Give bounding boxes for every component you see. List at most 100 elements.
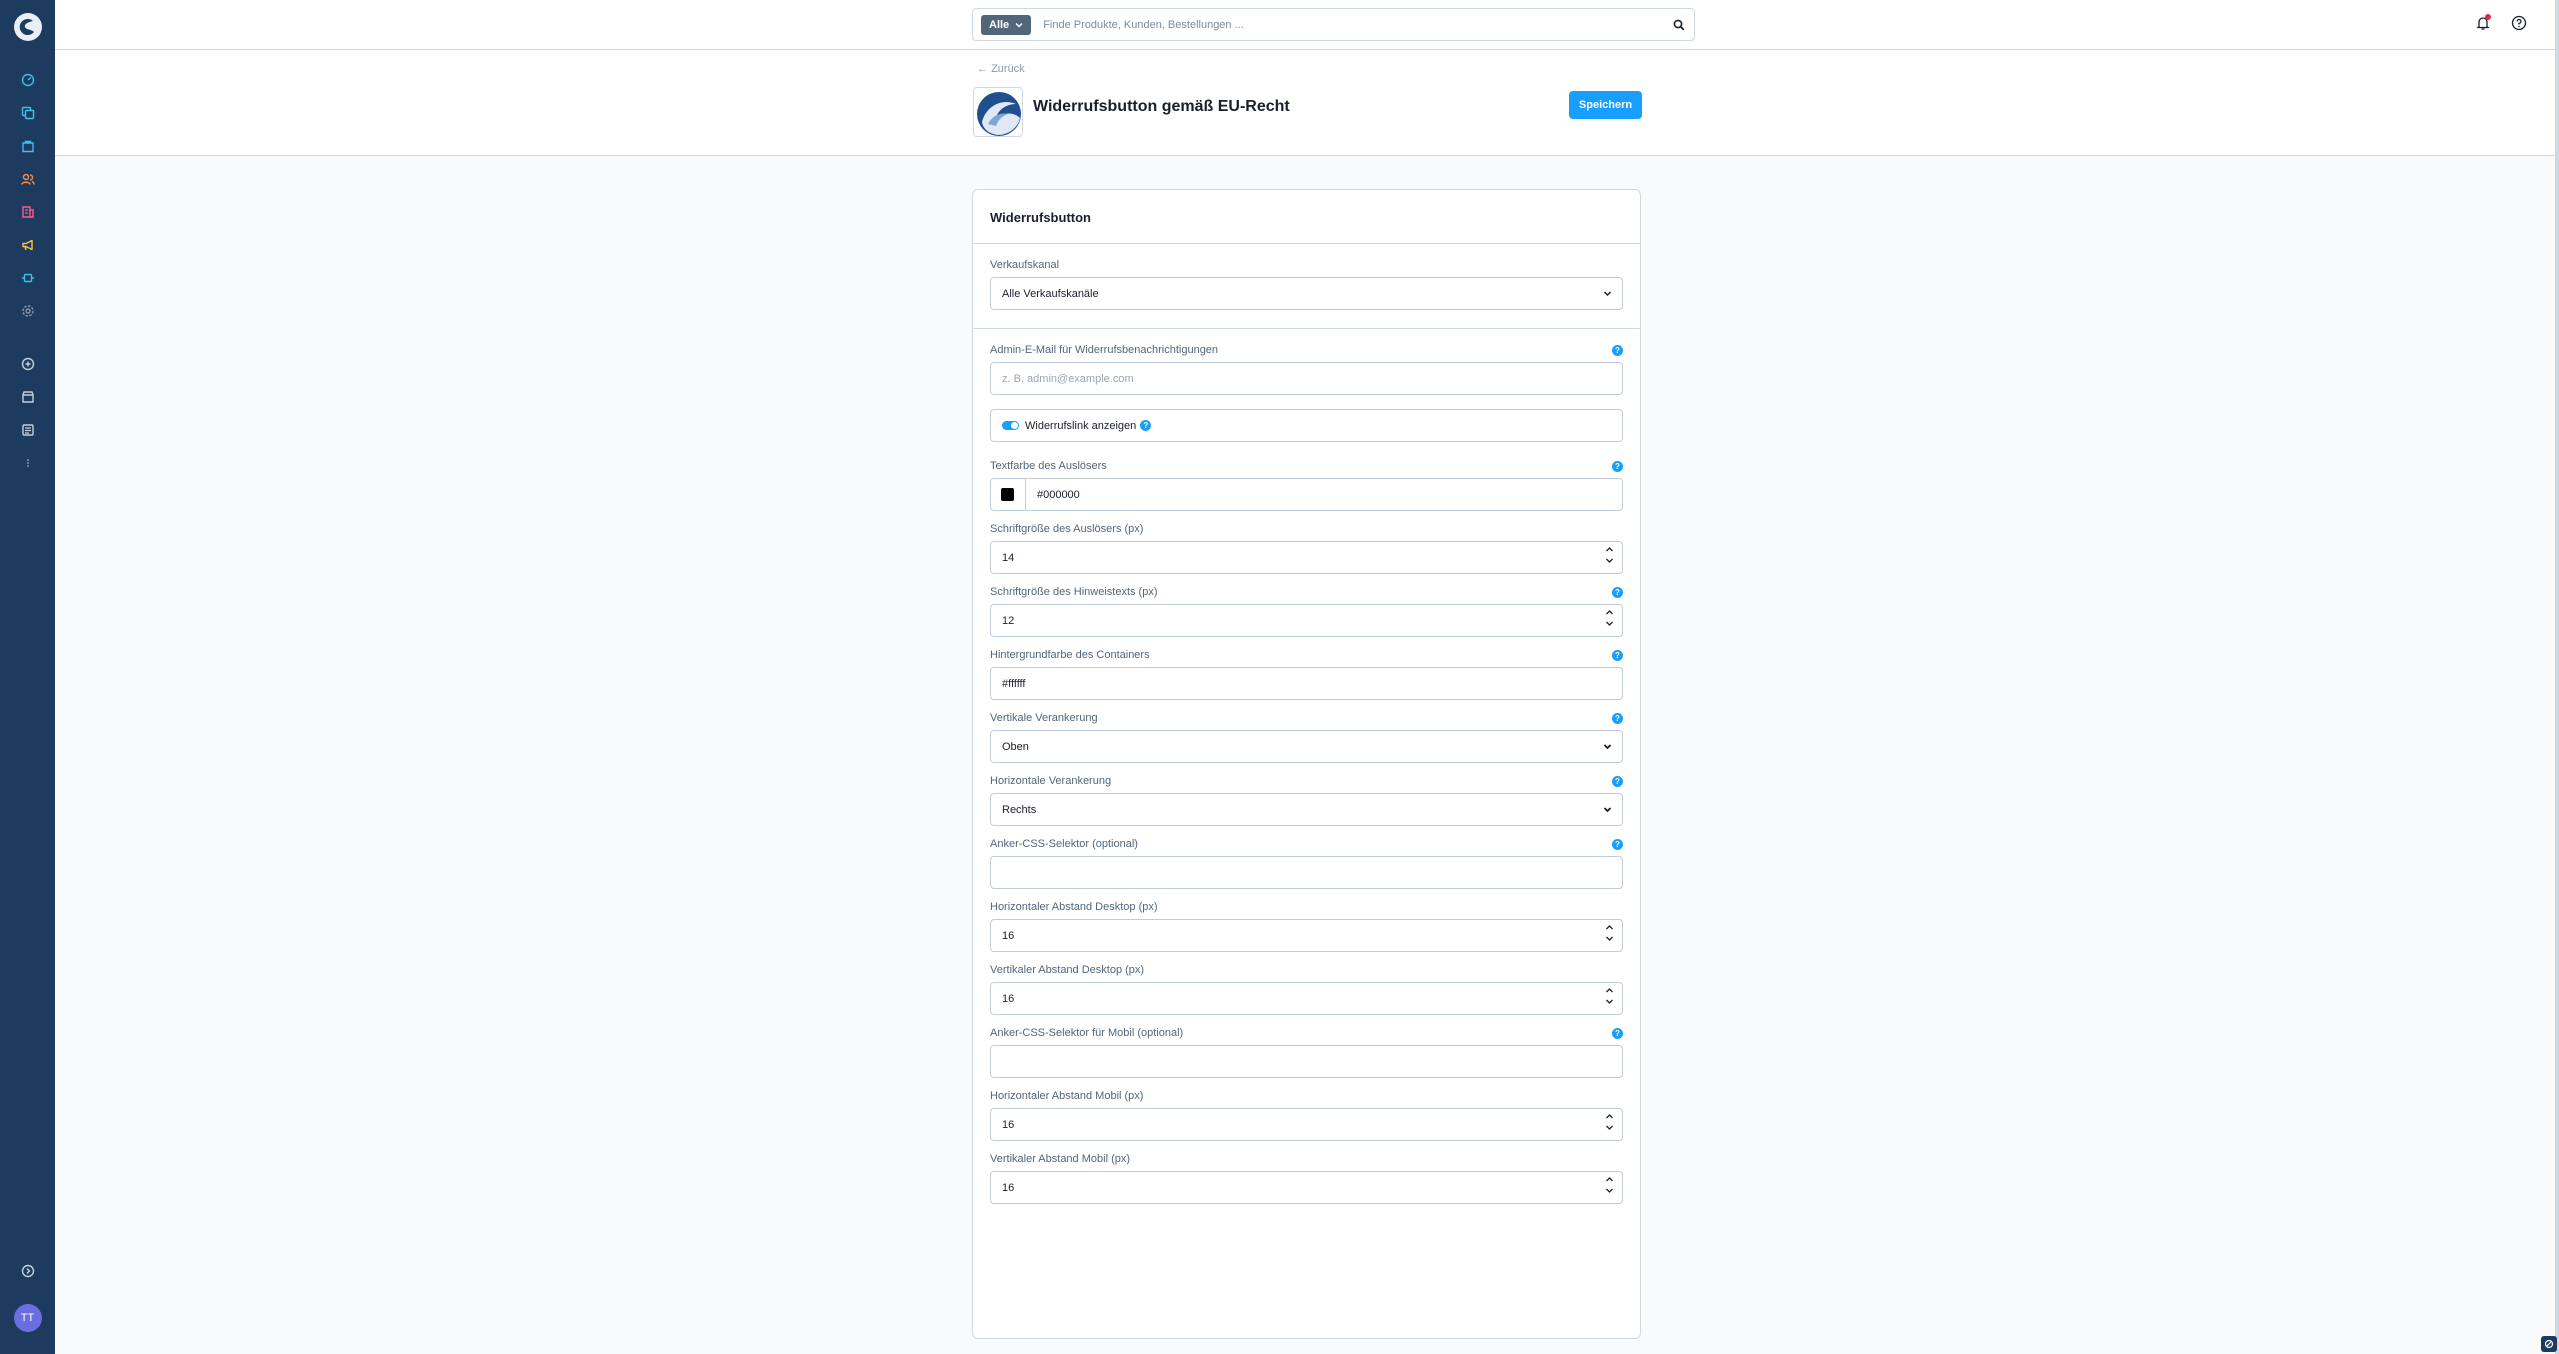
- plugin-logo: [973, 87, 1023, 137]
- sales-channel-section: Verkaufskanal Alle Verkaufskanäle: [973, 244, 1640, 329]
- shop-icon[interactable]: [19, 388, 37, 406]
- chevron-up-icon[interactable]: [1605, 546, 1614, 553]
- chevron-down-icon: [1603, 807, 1612, 813]
- collapse-sidebar-icon[interactable]: [19, 1262, 37, 1280]
- h-offset-desktop-label: Horizontaler Abstand Desktop (px): [990, 901, 1158, 913]
- help-tooltip-icon[interactable]: ?: [1612, 775, 1623, 787]
- register-icon[interactable]: [19, 421, 37, 439]
- add-plus-icon[interactable]: [19, 355, 37, 373]
- vertical-anchor-select[interactable]: Oben: [990, 730, 1623, 763]
- chevron-down-icon[interactable]: [1605, 1187, 1614, 1194]
- help-tooltip-icon[interactable]: ?: [1612, 1027, 1623, 1039]
- admin-email-field: Admin-E-Mail für Widerrufsbenachrichtigu…: [990, 344, 1623, 395]
- extensions-icon[interactable]: [19, 269, 37, 287]
- sales-channel-value: Alle Verkaufskanäle: [1002, 287, 1099, 300]
- chevron-down-icon[interactable]: [1605, 935, 1614, 942]
- search-type-selector[interactable]: Alle: [981, 14, 1032, 35]
- hint-font-size-field: Schriftgröße des Hinweistexts (px) ?: [990, 586, 1623, 637]
- chevron-down-icon[interactable]: [1605, 998, 1614, 1005]
- help-tooltip-icon[interactable]: ?: [1612, 838, 1623, 850]
- notifications-bell-icon[interactable]: [2475, 14, 2491, 34]
- show-link-switch[interactable]: [1002, 421, 1019, 430]
- chevron-down-icon: [1603, 291, 1612, 297]
- v-offset-mobile-label: Vertikaler Abstand Mobil (px): [990, 1153, 1131, 1165]
- chevron-up-icon[interactable]: [1605, 1176, 1614, 1183]
- horizontal-anchor-select[interactable]: Rechts: [990, 793, 1623, 826]
- anchor-selector-mobile-input[interactable]: [991, 1046, 1622, 1077]
- v-offset-desktop-input[interactable]: [991, 983, 1622, 1014]
- color-swatch: [1001, 488, 1015, 501]
- help-tooltip-icon[interactable]: ?: [1140, 420, 1152, 431]
- v-offset-mobile-field: Vertikaler Abstand Mobil (px): [990, 1153, 1623, 1204]
- vertical-anchor-value: Oben: [1002, 740, 1029, 753]
- search-type-label: Alle: [989, 18, 1010, 31]
- h-offset-mobile-input[interactable]: [991, 1109, 1622, 1140]
- catalogues-icon[interactable]: [19, 104, 37, 122]
- number-stepper: [1605, 1113, 1614, 1131]
- chevron-down-icon[interactable]: [1605, 1124, 1614, 1131]
- config-section: Admin-E-Mail für Widerrufsbenachrichtigu…: [973, 344, 1640, 1204]
- chevron-down-icon[interactable]: [1605, 620, 1614, 627]
- chevron-down-icon: [1015, 22, 1023, 27]
- content-icon[interactable]: [19, 203, 37, 221]
- chevron-down-icon[interactable]: [1605, 557, 1614, 564]
- horizontal-anchor-field: Horizontale Verankerung ? Rechts: [990, 775, 1623, 826]
- number-stepper: [1605, 546, 1614, 564]
- back-link[interactable]: ← Zurück: [977, 63, 1025, 75]
- hint-font-size-input[interactable]: [991, 605, 1622, 636]
- search-input[interactable]: [1043, 18, 1664, 31]
- anchor-selector-mobile-field: Anker-CSS-Selektor für Mobil (optional) …: [990, 1027, 1623, 1078]
- number-stepper: [1605, 1176, 1614, 1194]
- back-label: Zurück: [991, 63, 1025, 75]
- vertical-anchor-field: Vertikale Verankerung ? Oben: [990, 712, 1623, 763]
- admin-email-label: Admin-E-Mail für Widerrufsbenachrichtigu…: [990, 344, 1219, 356]
- help-tooltip-icon[interactable]: ?: [1612, 460, 1623, 472]
- more-dots-icon[interactable]: [19, 454, 37, 472]
- orders-icon[interactable]: [19, 137, 37, 155]
- help-tooltip-icon[interactable]: ?: [1612, 586, 1623, 598]
- settings-icon[interactable]: [19, 302, 37, 320]
- h-offset-desktop-input[interactable]: [991, 920, 1622, 951]
- devtools-corner-icon[interactable]: [2541, 1336, 2557, 1352]
- marketing-icon[interactable]: [19, 236, 37, 254]
- container-bg-input[interactable]: [991, 668, 1622, 699]
- user-avatar[interactable]: TT: [13, 1304, 42, 1332]
- page-header: ← Zurück Widerrufsbutton gemäß EU-Recht …: [55, 51, 2559, 156]
- help-tooltip-icon[interactable]: ?: [1612, 712, 1623, 724]
- v-offset-mobile-input[interactable]: [991, 1172, 1622, 1203]
- color-picker-button[interactable]: [991, 479, 1026, 510]
- container-bg-label: Hintergrundfarbe des Containers: [990, 649, 1150, 661]
- show-link-label: Widerrufslink anzeigen: [1025, 419, 1137, 432]
- chevron-up-icon[interactable]: [1605, 987, 1614, 994]
- dashboard-icon[interactable]: [19, 71, 37, 89]
- anchor-selector-label: Anker-CSS-Selektor (optional): [990, 838, 1138, 850]
- save-button[interactable]: Speichern: [1569, 91, 1642, 119]
- trigger-font-size-input[interactable]: [991, 542, 1622, 573]
- page-title: Widerrufsbutton gemäß EU-Recht: [1033, 98, 1290, 115]
- page-scrollbar[interactable]: [2555, 0, 2559, 1354]
- customers-icon[interactable]: [19, 170, 37, 188]
- search-icon[interactable]: [1664, 19, 1694, 31]
- admin-email-input[interactable]: [991, 363, 1622, 394]
- settings-card: Widerrufsbutton Verkaufskanal Alle Verka…: [972, 189, 1641, 1339]
- chevron-up-icon[interactable]: [1605, 924, 1614, 931]
- arrow-left-icon: ←: [977, 63, 988, 75]
- help-tooltip-icon[interactable]: ?: [1612, 344, 1623, 356]
- h-offset-mobile-field: Horizontaler Abstand Mobil (px): [990, 1090, 1623, 1141]
- number-stepper: [1605, 987, 1614, 1005]
- chevron-up-icon[interactable]: [1605, 609, 1614, 616]
- show-link-toggle-box: Widerrufslink anzeigen ?: [990, 409, 1623, 442]
- trigger-color-input[interactable]: [1025, 479, 1622, 510]
- shopware-logo-icon[interactable]: [13, 13, 42, 41]
- horizontal-anchor-value: Rechts: [1002, 803, 1037, 816]
- sidebar: TT: [0, 0, 55, 1354]
- anchor-selector-mobile-label: Anker-CSS-Selektor für Mobil (optional): [990, 1027, 1184, 1039]
- anchor-selector-field: Anker-CSS-Selektor (optional) ?: [990, 838, 1623, 889]
- horizontal-anchor-label: Horizontale Verankerung: [990, 775, 1112, 787]
- help-icon[interactable]: [2511, 15, 2527, 34]
- h-offset-desktop-field: Horizontaler Abstand Desktop (px): [990, 901, 1623, 952]
- help-tooltip-icon[interactable]: ?: [1612, 649, 1623, 661]
- anchor-selector-input[interactable]: [991, 857, 1622, 888]
- sales-channel-select[interactable]: Alle Verkaufskanäle: [990, 277, 1623, 310]
- chevron-up-icon[interactable]: [1605, 1113, 1614, 1120]
